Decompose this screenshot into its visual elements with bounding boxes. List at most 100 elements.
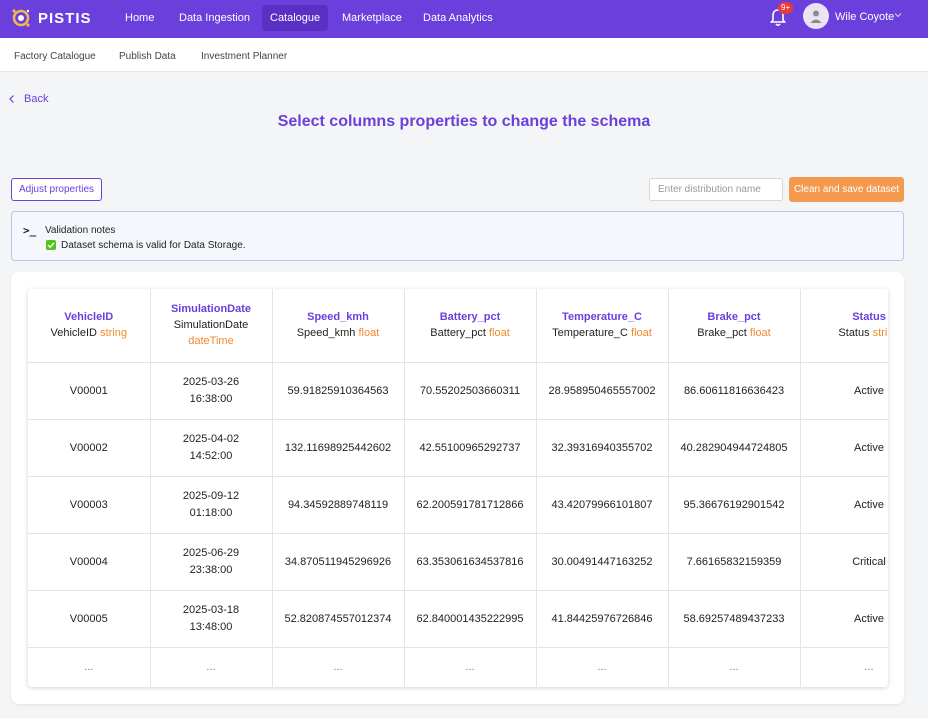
table-cell: 41.84425976726846: [536, 590, 669, 648]
brand-name: PISTIS: [38, 9, 92, 27]
table-cell: 94.34592889748119: [272, 476, 405, 534]
table-cell: 2025-06-29 23:38:00: [150, 533, 273, 591]
column-label: Speed_kmh: [296, 327, 356, 340]
validation-notes: >_ Validation notes Dataset schema is va…: [11, 211, 904, 261]
column-header-vehicleid[interactable]: VehicleID VehicleID string: [28, 289, 151, 363]
nav-catalogue[interactable]: Catalogue: [262, 5, 329, 31]
table-cell: 30.00491447163252: [536, 533, 669, 591]
column-header-battery_pct[interactable]: Battery_pct Battery_pct float: [404, 289, 537, 363]
avatar[interactable]: [803, 3, 829, 29]
cell-time: 14:52:00: [189, 449, 233, 462]
column-header-speed_kmh[interactable]: Speed_kmh Speed_kmh float: [272, 289, 405, 363]
cell-date: 2025-06-29: [182, 546, 240, 559]
validation-title: Validation notes: [45, 225, 116, 236]
column-label: Battery_pct: [430, 327, 486, 340]
table-cell: V00004: [28, 533, 151, 591]
table-cell: 2025-04-02 14:52:00: [150, 419, 273, 477]
back-link[interactable]: Back: [8, 93, 48, 105]
nav-home[interactable]: Home: [117, 5, 162, 31]
nav-data-ingestion[interactable]: Data Ingestion: [171, 5, 258, 31]
column-header-status[interactable]: Status Status string: [800, 289, 888, 363]
table-row: V00001 2025-03-26 16:38:00 59.9182591036456…: [28, 362, 888, 420]
cell-time: 16:38:00: [189, 392, 233, 405]
cell-date: 2025-03-26: [182, 375, 240, 388]
schema-table-container[interactable]: VehicleID VehicleID string SimulationDate S…: [28, 289, 888, 687]
table-row: V00003 2025-09-12 01:18:00 94.3459288974811…: [28, 476, 888, 534]
nav-data-analytics[interactable]: Data Analytics: [415, 5, 501, 31]
user-icon: [810, 10, 822, 23]
table-cell: 43.42079966101807: [536, 476, 669, 534]
table-cell: 2025-03-26 16:38:00: [150, 362, 273, 420]
logo-icon: [12, 9, 30, 27]
table-cell: 40.282904944724805: [668, 419, 801, 477]
table-cell: 70.55202503660311: [404, 362, 537, 420]
page-title: Select columns properties to change the …: [277, 113, 651, 130]
ellipsis-cell: ...: [668, 647, 801, 687]
column-type: string: [872, 327, 888, 340]
subnav-publish-data[interactable]: Publish Data: [119, 51, 176, 62]
back-label: Back: [24, 93, 49, 105]
table-cell: 52.820874557012374: [272, 590, 405, 648]
notification-badge: 9+: [778, 2, 794, 14]
table-cell: 95.36676192901542: [668, 476, 801, 534]
cell-date: 2025-03-18: [182, 603, 240, 616]
nav-marketplace[interactable]: Marketplace: [334, 5, 410, 31]
column-label: Brake_pct: [697, 327, 747, 340]
column-type: float: [358, 327, 380, 340]
table-header-row: VehicleID VehicleID string SimulationDate S…: [28, 289, 888, 363]
cell-time: 01:18:00: [189, 506, 233, 519]
validation-message: Dataset schema is valid for Data Storage…: [61, 240, 246, 251]
column-label: Temperature_C: [552, 327, 628, 340]
ellipsis-cell: ...: [28, 647, 151, 687]
column-name: Speed_kmh: [307, 311, 369, 324]
table-row: V00004 2025-06-29 23:38:00 34.8705119452969…: [28, 533, 888, 591]
column-type: dateTime: [188, 335, 234, 348]
chevron-left-icon: [9, 95, 14, 103]
cell-time: 23:38:00: [189, 563, 233, 576]
chevron-down-icon[interactable]: [893, 10, 903, 20]
column-name: Temperature_C: [562, 311, 642, 324]
table-cell: 7.66165832159359: [668, 533, 801, 591]
ellipsis-cell: ...: [404, 647, 537, 687]
table-cell: 32.39316940355702: [536, 419, 669, 477]
brand-logo[interactable]: PISTIS: [10, 7, 92, 29]
table-cell: 2025-03-18 13:48:00: [150, 590, 273, 648]
table-cell: V00003: [28, 476, 151, 534]
adjust-properties-button[interactable]: Adjust properties: [11, 178, 102, 201]
table-row-ellipsis: .....................: [28, 647, 888, 687]
table-cell: 62.200591781712866: [404, 476, 537, 534]
terminal-icon: >_: [23, 224, 37, 237]
table-cell: V00002: [28, 419, 151, 477]
ellipsis-cell: ...: [800, 647, 888, 687]
subnav-investment-planner[interactable]: Investment Planner: [201, 51, 287, 62]
cell-date: 2025-09-12: [182, 489, 240, 502]
table-cell: Critical: [800, 533, 888, 591]
table-cell: 2025-09-12 01:18:00: [150, 476, 273, 534]
column-name: Battery_pct: [439, 311, 501, 324]
column-type: float: [631, 327, 652, 340]
column-header-temperature_c[interactable]: Temperature_C Temperature_C float: [536, 289, 669, 363]
table-cell: Active: [800, 362, 888, 420]
table-cell: 42.55100965292737: [404, 419, 537, 477]
table-cell: Active: [800, 590, 888, 648]
schema-table: VehicleID VehicleID string SimulationDate S…: [28, 289, 888, 687]
ellipsis-cell: ...: [150, 647, 273, 687]
clean-and-save-button[interactable]: Clean and save dataset: [789, 177, 904, 202]
column-type: string: [100, 327, 127, 340]
column-header-simulationdate[interactable]: SimulationDate SimulationDate dateTime: [150, 289, 273, 363]
column-header-brake_pct[interactable]: Brake_pct Brake_pct float: [668, 289, 801, 363]
column-name: SimulationDate: [170, 303, 252, 316]
column-name: VehicleID: [64, 311, 114, 324]
user-name[interactable]: Wile Coyote: [835, 11, 894, 23]
cell-date: 2025-04-02: [182, 432, 240, 445]
table-cell: 62.840001435222995: [404, 590, 537, 648]
column-name: Brake_pct: [707, 311, 761, 324]
subnav-factory-catalogue[interactable]: Factory Catalogue: [14, 51, 96, 62]
table-cell: 63.353061634537816: [404, 533, 537, 591]
column-type: float: [749, 327, 771, 340]
table-cell: V00001: [28, 362, 151, 420]
ellipsis-cell: ...: [536, 647, 669, 687]
distribution-name-input[interactable]: [649, 178, 783, 201]
check-icon: [46, 240, 56, 250]
table-cell: 28.958950465557002: [536, 362, 669, 420]
